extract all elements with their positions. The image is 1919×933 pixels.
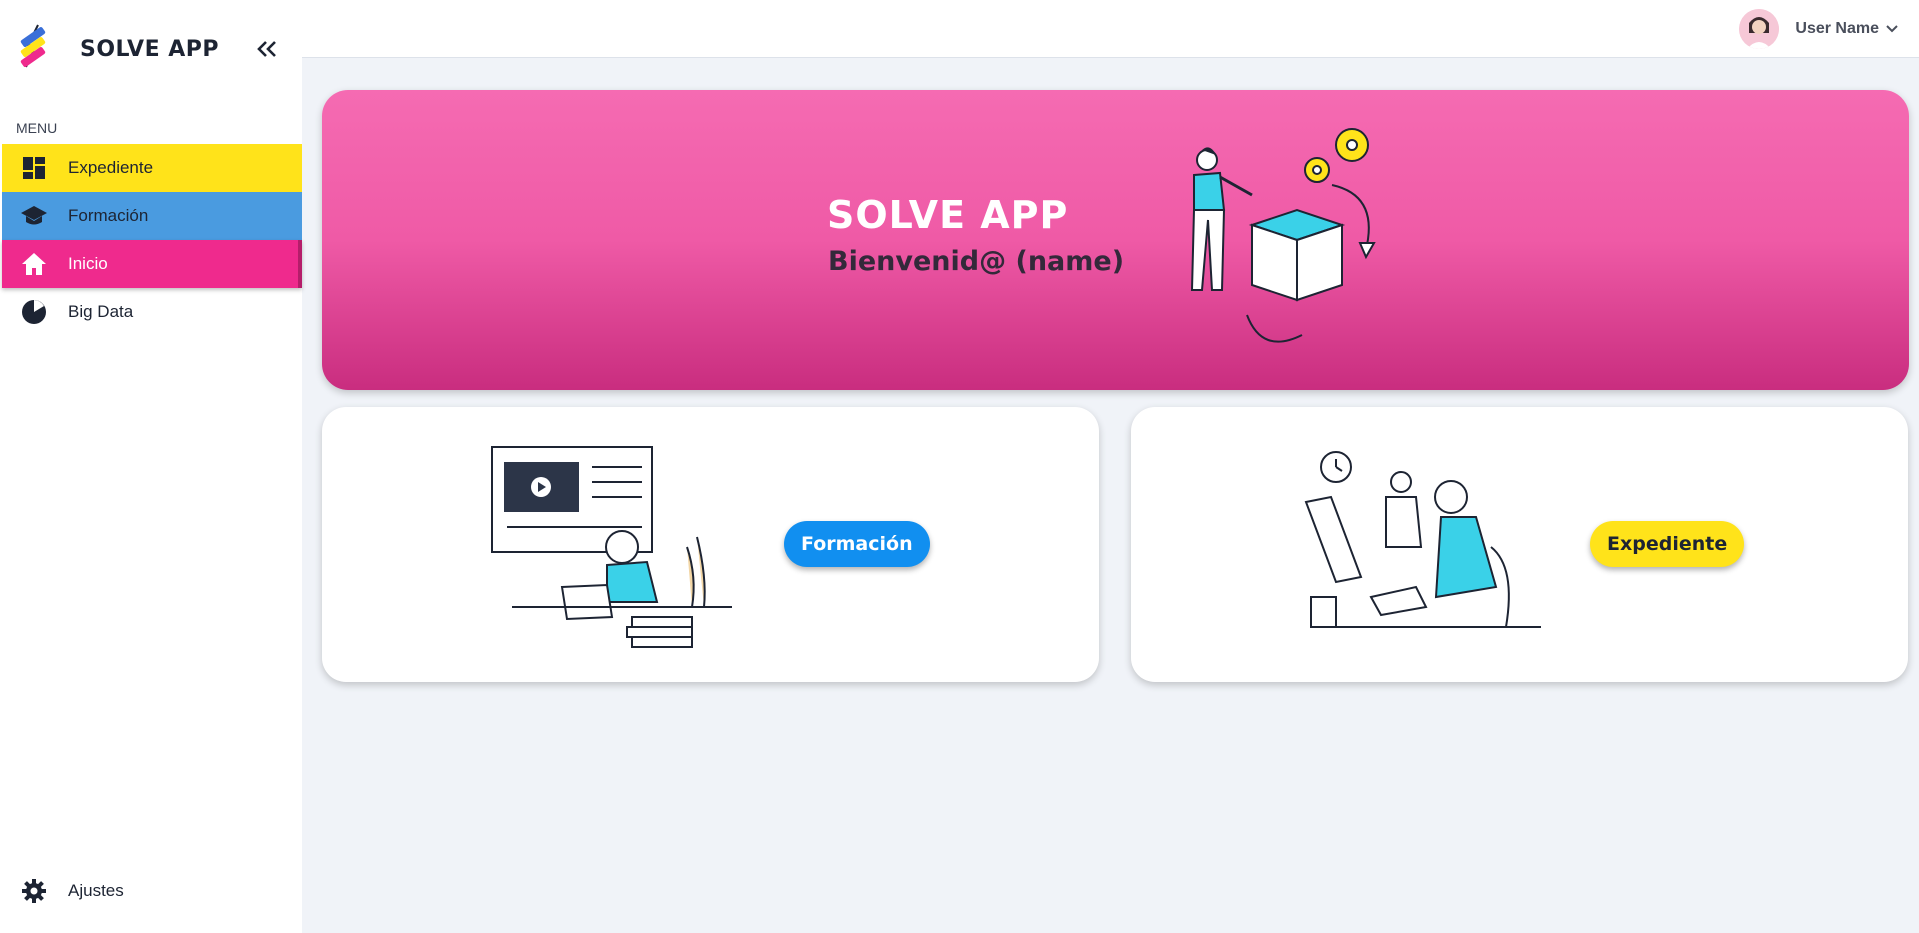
user-name: User Name [1795,19,1879,37]
menu-heading: MENU [16,120,58,136]
top-bar: User Name [302,0,1919,58]
pie-chart-icon [20,298,48,326]
dashboard-icon [20,154,48,182]
hero-subtitle: Bienvenid@ (name) [828,246,1125,277]
chevron-down-icon [1886,24,1898,32]
user-menu[interactable]: User Name [1739,8,1899,49]
support-agents-illustration [1304,451,1541,628]
hero-title: SOLVE APP [827,193,1069,237]
sidebar: SOLVE APP MENU Expediente Formación Inic… [0,0,302,933]
formacion-card: Formación [322,407,1099,682]
sidebar-item-expediente[interactable]: Expediente [2,144,302,192]
sidebar-item-inicio[interactable]: Inicio [2,240,302,288]
sidebar-item-formacion[interactable]: Formación [2,192,302,240]
formacion-button[interactable]: Formación [784,521,930,567]
collapse-sidebar-button[interactable] [254,36,280,62]
rubiks-cube-illustration [1190,128,1376,343]
sidebar-item-label: Inicio [68,254,108,273]
sidebar-item-ajustes[interactable]: Ajustes [2,867,302,915]
expediente-button[interactable]: Expediente [1590,521,1745,567]
gear-icon [20,877,48,905]
brand: SOLVE APP [0,0,302,98]
welcome-banner: SOLVE APP Bienvenid@ (name) [322,90,1909,390]
avatar [1739,8,1780,49]
app-logo-icon [20,24,46,68]
sidebar-item-label: Ajustes [68,881,124,900]
sidebar-item-big-data[interactable]: Big Data [2,288,302,336]
expediente-card: Expediente [1131,407,1908,682]
sidebar-item-label: Big Data [68,302,134,321]
sidebar-item-label: Expediente [68,158,154,177]
double-chevron-left-icon [257,41,276,57]
graduation-cap-icon [20,202,48,230]
online-learning-illustration [491,446,732,648]
app-name: SOLVE APP [80,36,220,62]
home-icon [20,250,48,278]
sidebar-item-label: Formación [68,206,149,225]
